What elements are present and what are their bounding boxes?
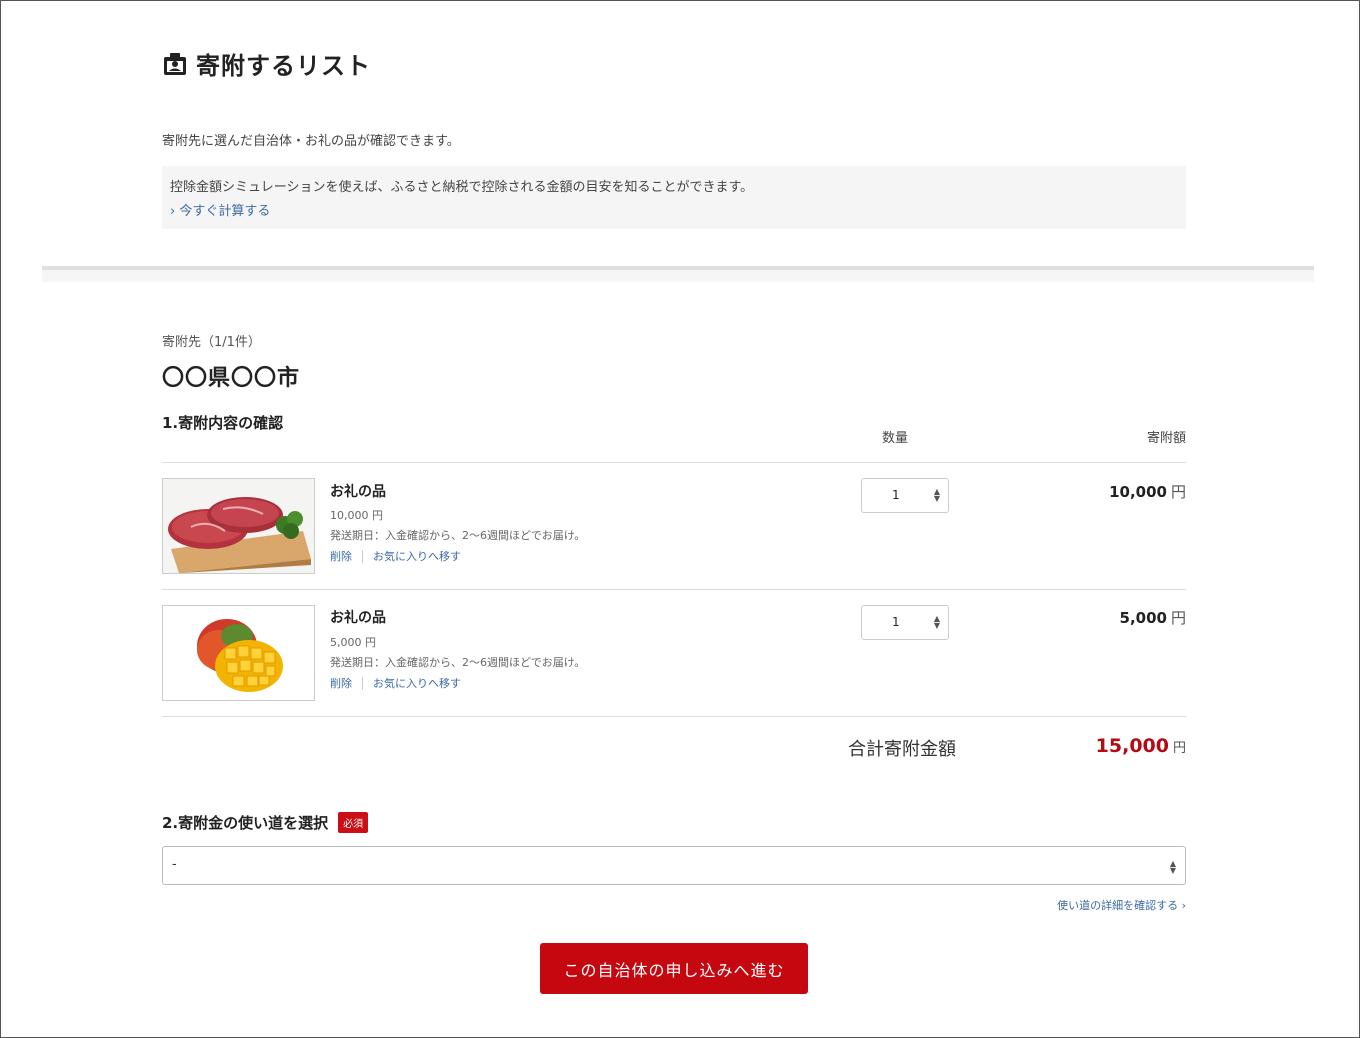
move-to-favorites-link[interactable]: お気に入りへ移す xyxy=(373,548,461,564)
quantity-select[interactable]: 1 ▲ ▼ xyxy=(861,478,949,513)
item-amount: 10,000 円 xyxy=(1040,481,1186,502)
yen-unit: 円 xyxy=(1170,483,1186,501)
item-price: 10,000 円 xyxy=(330,509,383,522)
item-shipping: 発送期日：入金確認から、2〜6週間ほどでお届け。 xyxy=(330,656,586,669)
usage-details-link[interactable]: 使い道の詳細を確認する › xyxy=(900,897,1186,913)
column-header-amount: 寄附額 xyxy=(1146,431,1186,446)
item-image-mango[interactable] xyxy=(162,605,315,701)
item-amount-value: 10,000 xyxy=(1109,483,1167,501)
chevron-right-icon: › xyxy=(170,204,176,219)
proceed-to-application-button[interactable]: この自治体の申し込みへ進む xyxy=(540,943,808,994)
quantity-select[interactable]: 1 ▲ ▼ xyxy=(861,605,949,640)
section2-title-text: 2.寄附金の使い道を選択 xyxy=(162,814,329,832)
simulation-box: 控除金額シミュレーションを使えば、ふるさと納税で控除される金額の目安を知ることが… xyxy=(162,166,1186,229)
intro-text: 寄附先に選んだ自治体・お礼の品が確認できます。 xyxy=(162,134,460,149)
proceed-button-label: この自治体の申し込みへ進む xyxy=(563,960,785,980)
item-image-beef[interactable] xyxy=(162,478,315,574)
yen-unit: 円 xyxy=(1170,609,1186,627)
beef-steak-image xyxy=(163,479,314,573)
item-actions: 削除 お気に入りへ移す xyxy=(330,548,461,564)
mango-image xyxy=(163,606,314,700)
row-divider xyxy=(162,462,1186,463)
section1-title: 1.寄附内容の確認 xyxy=(162,414,284,432)
updown-arrow-icon: ▲ ▼ xyxy=(933,487,940,503)
usage-select-value: - xyxy=(172,857,177,872)
row-divider xyxy=(162,716,1186,717)
simulation-link[interactable]: › 今すぐ計算する xyxy=(170,200,270,219)
yen-unit: 円 xyxy=(1172,741,1186,756)
separator xyxy=(362,549,363,563)
delete-link[interactable]: 削除 xyxy=(330,548,352,564)
simulation-link-label: 今すぐ計算する xyxy=(179,204,271,219)
simulation-text: 控除金額シミュレーションを使えば、ふるさと納税で控除される金額の目安を知ることが… xyxy=(170,180,754,195)
section2-title: 2.寄附金の使い道を選択 必須 xyxy=(162,812,369,833)
move-to-favorites-link[interactable]: お気に入りへ移す xyxy=(373,675,461,691)
item-price: 5,000 円 xyxy=(330,636,376,649)
total-amount-value: 15,000 xyxy=(1095,735,1169,757)
page-title: 寄附するリスト xyxy=(162,46,371,81)
item-amount-value: 5,000 xyxy=(1119,609,1167,627)
page-title-text: 寄附するリスト xyxy=(196,52,371,80)
quantity-value: 1 xyxy=(892,615,900,629)
item-shipping: 発送期日：入金確認から、2〜6週間ほどでお届け。 xyxy=(330,529,586,542)
item-actions: 削除 お気に入りへ移す xyxy=(330,675,461,691)
donation-box-icon xyxy=(164,52,186,75)
updown-arrow-icon: ▲ ▼ xyxy=(1169,859,1176,875)
item-amount: 5,000 円 xyxy=(1040,607,1186,628)
separator xyxy=(362,676,363,690)
row-divider xyxy=(162,589,1186,590)
quantity-value: 1 xyxy=(892,488,900,502)
section-divider-shade xyxy=(42,270,1314,282)
usage-select[interactable]: - ▲ ▼ xyxy=(162,846,1186,885)
required-badge: 必須 xyxy=(338,812,369,833)
column-header-quantity: 数量 xyxy=(881,431,908,446)
destination-label: 寄附先（1/1件） xyxy=(162,335,261,350)
total-amount: 15,000 円 xyxy=(1040,735,1186,757)
delete-link[interactable]: 削除 xyxy=(330,675,352,691)
item-name[interactable]: お礼の品 xyxy=(330,607,386,627)
item-name[interactable]: お礼の品 xyxy=(330,481,386,501)
updown-arrow-icon: ▲ ▼ xyxy=(933,614,940,630)
total-label: 合計寄附金額 xyxy=(848,739,956,760)
municipality-name: 〇〇県〇〇市 xyxy=(162,366,301,391)
